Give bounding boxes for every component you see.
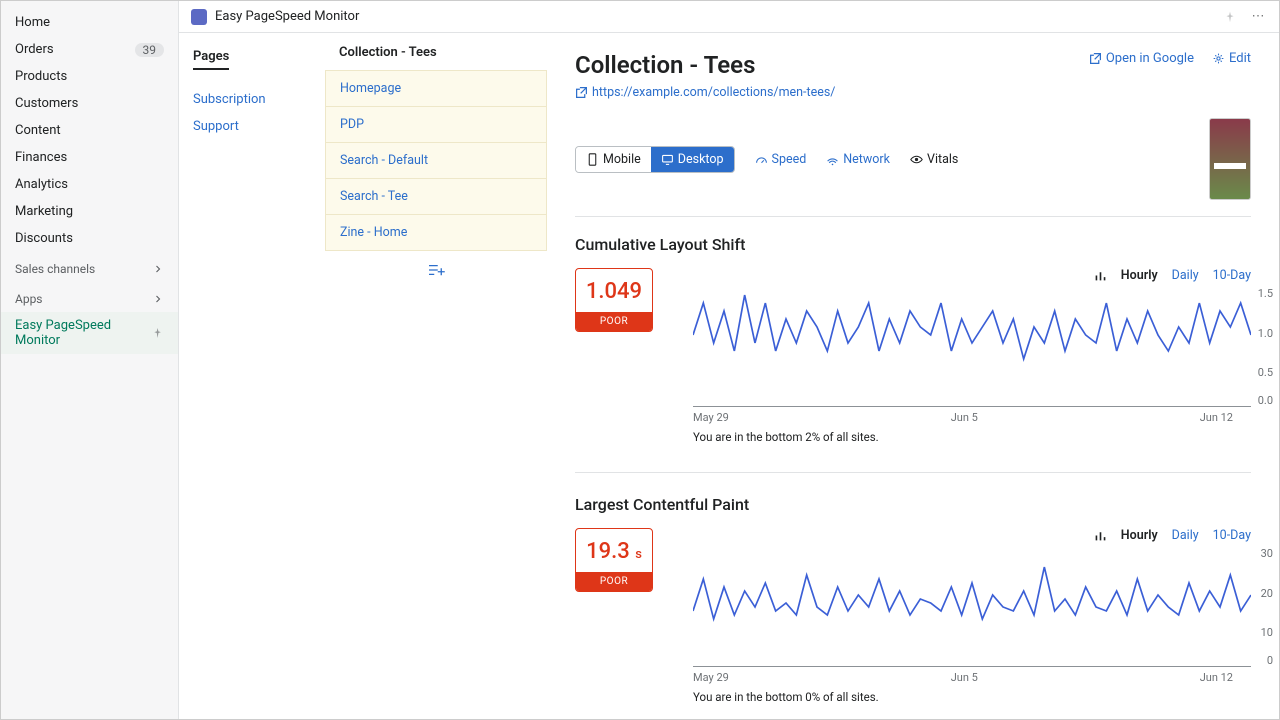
desktop-button[interactable]: Desktop <box>651 147 734 172</box>
nav-sales-channels[interactable]: Sales channels <box>1 252 178 282</box>
pages-tab[interactable]: Pages <box>193 49 229 70</box>
chevron-right-icon <box>152 263 164 275</box>
primary-nav: Home Orders39 Products Customers Content… <box>1 1 179 719</box>
nav-products[interactable]: Products <box>1 63 178 90</box>
lcp-title: Largest Contentful Paint <box>575 495 1251 514</box>
nav-app-active[interactable]: Easy PageSpeed Monitor <box>1 312 178 354</box>
orders-badge: 39 <box>135 43 165 57</box>
lcp-section: Largest Contentful Paint 19.3 s POOR Hou… <box>575 495 1251 704</box>
lcp-note: You are in the bottom 0% of all sites. <box>693 690 1251 704</box>
nav-marketing[interactable]: Marketing <box>1 198 178 225</box>
network-tab[interactable]: Network <box>826 152 890 167</box>
more-button[interactable]: ⋯ <box>1249 8 1267 26</box>
page-item-homepage[interactable]: Homepage <box>325 70 547 107</box>
tenday-btn[interactable]: 10-Day <box>1213 268 1251 283</box>
nav-analytics[interactable]: Analytics <box>1 171 178 198</box>
gear-icon <box>1212 52 1225 65</box>
cls-score-card: 1.049 POOR <box>575 268 653 332</box>
lcp-status: POOR <box>576 572 652 591</box>
mobile-icon <box>586 153 599 166</box>
topbar: Easy PageSpeed Monitor ⋯ <box>179 1 1279 33</box>
mobile-button[interactable]: Mobile <box>576 147 651 172</box>
page-url-link[interactable]: https://example.com/collections/men-tees… <box>575 85 1251 100</box>
cls-note: You are in the bottom 2% of all sites. <box>693 430 1251 444</box>
nav-orders[interactable]: Orders39 <box>1 36 178 63</box>
nav-apps[interactable]: Apps <box>1 282 178 312</box>
cls-section: Cumulative Layout Shift 1.049 POOR Hourl… <box>575 235 1251 444</box>
nav-customers[interactable]: Customers <box>1 90 178 117</box>
speed-tab[interactable]: Speed <box>755 152 807 167</box>
add-page-button[interactable] <box>325 251 547 292</box>
external-link-icon <box>1089 52 1102 65</box>
bar-chart-icon[interactable] <box>1094 529 1107 542</box>
open-in-google-link[interactable]: Open in Google <box>1089 51 1194 66</box>
nav-home[interactable]: Home <box>1 9 178 36</box>
cls-status: POOR <box>576 312 652 331</box>
subscription-link[interactable]: Subscription <box>193 86 311 113</box>
edit-link[interactable]: Edit <box>1212 51 1251 66</box>
nav-discounts[interactable]: Discounts <box>1 225 178 252</box>
network-icon <box>826 153 839 166</box>
pin-icon <box>151 326 164 340</box>
daily-btn[interactable]: Daily <box>1172 528 1199 543</box>
page-item-zine-home[interactable]: Zine - Home <box>325 215 547 251</box>
page-title: Collection - Tees <box>575 51 755 79</box>
nav-finances[interactable]: Finances <box>1 144 178 171</box>
cls-value: 1.049 <box>576 269 652 312</box>
detail-pane: Collection - Tees Open in Google Edit ht… <box>547 33 1279 719</box>
tenday-btn[interactable]: 10-Day <box>1213 528 1251 543</box>
device-segment: Mobile Desktop <box>575 146 735 173</box>
page-thumbnail <box>1209 118 1251 200</box>
chevron-right-icon <box>152 293 164 305</box>
pages-list: Collection - Tees Homepage PDP Search - … <box>325 33 547 719</box>
support-link[interactable]: Support <box>193 113 311 140</box>
page-item-pdp[interactable]: PDP <box>325 107 547 143</box>
divider <box>575 472 1251 473</box>
lcp-chart: 30 20 10 0 <box>693 547 1251 667</box>
lcp-score-card: 19.3 s POOR <box>575 528 653 592</box>
external-link-icon <box>575 86 588 99</box>
nav-content[interactable]: Content <box>1 117 178 144</box>
secondary-sidebar: Pages Subscription Support <box>179 33 325 719</box>
hourly-btn[interactable]: Hourly <box>1121 268 1158 283</box>
pin-button[interactable] <box>1221 8 1239 26</box>
app-title: Easy PageSpeed Monitor <box>215 9 359 24</box>
speed-icon <box>755 153 768 166</box>
vitals-tab[interactable]: Vitals <box>910 152 958 167</box>
hourly-btn[interactable]: Hourly <box>1121 528 1158 543</box>
eye-icon <box>910 153 923 166</box>
desktop-icon <box>661 153 674 166</box>
pages-header: Collection - Tees <box>325 45 547 70</box>
cls-title: Cumulative Layout Shift <box>575 235 1251 254</box>
lcp-value: 19.3 s <box>576 529 652 572</box>
page-item-search-default[interactable]: Search - Default <box>325 143 547 179</box>
page-item-search-tee[interactable]: Search - Tee <box>325 179 547 215</box>
bar-chart-icon[interactable] <box>1094 269 1107 282</box>
daily-btn[interactable]: Daily <box>1172 268 1199 283</box>
cls-chart: 1.5 1.0 0.5 0.0 <box>693 287 1251 407</box>
app-icon <box>191 9 207 25</box>
